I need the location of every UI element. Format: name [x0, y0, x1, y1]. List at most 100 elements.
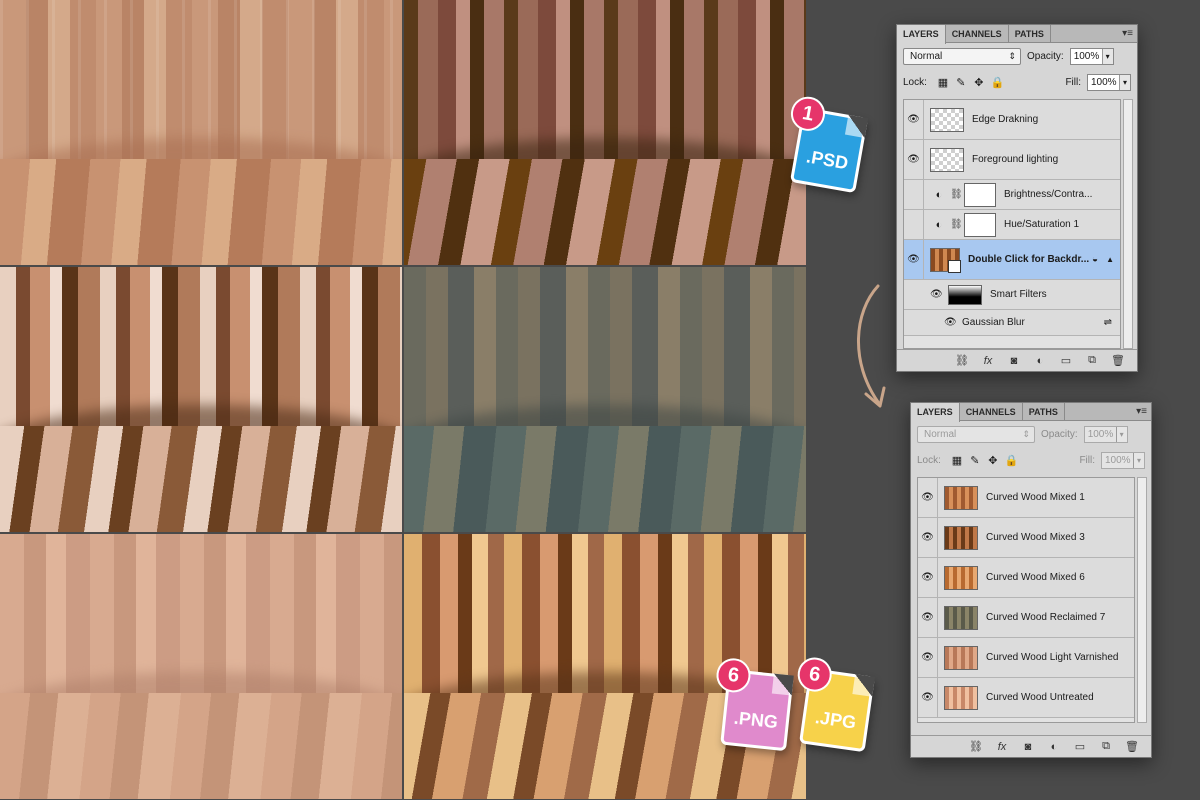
eye-icon[interactable]: 👁: [904, 100, 924, 139]
layer-thumbnail: [930, 147, 964, 172]
layer-row[interactable]: · ◐ ⛓ Brightness/Contra...: [904, 180, 1120, 210]
new-layer-icon[interactable]: ⧉: [1099, 740, 1113, 753]
eye-hidden-icon[interactable]: ·: [904, 180, 924, 209]
layer-thumbnail: [944, 645, 978, 670]
eye-icon[interactable]: 👁: [918, 478, 938, 517]
trash-icon[interactable]: 🗑: [1125, 740, 1139, 753]
eye-icon[interactable]: 👁: [918, 518, 938, 557]
panel-menu-icon[interactable]: ▾≡: [1136, 406, 1147, 417]
layer-thumbnail: [944, 485, 978, 510]
layer-name: Edge Drakning: [972, 114, 1039, 125]
jpg-extension-label: .JPG: [813, 707, 858, 733]
lock-label: Lock:: [903, 76, 927, 88]
panel-tabs: LAYERS CHANNELS PATHS ▾≡: [911, 403, 1151, 422]
adjustment-icon[interactable]: ◐: [1047, 741, 1061, 753]
layer-row[interactable]: 👁 Curved Wood Reclaimed 7: [918, 598, 1134, 638]
adjustment-icon: ◐: [935, 218, 943, 231]
panel-tabs: LAYERS CHANNELS PATHS ▾≡: [897, 25, 1137, 44]
eye-hidden-icon[interactable]: ·: [904, 210, 924, 239]
lock-transparency-icon[interactable]: ▦: [937, 76, 949, 89]
eye-icon[interactable]: 👁: [930, 289, 944, 300]
lock-all-icon[interactable]: 🔒: [991, 76, 1005, 89]
layer-name: Smart Filters: [990, 289, 1047, 300]
tab-paths[interactable]: PATHS: [1023, 403, 1065, 420]
layer-row[interactable]: · ◐ ⛓ Hue/Saturation 1: [904, 210, 1120, 240]
scrollbar[interactable]: [1123, 99, 1133, 349]
thumbnail-curved-wood-3: [0, 267, 402, 532]
fx-icon[interactable]: fx: [995, 741, 1009, 753]
folder-icon[interactable]: ▭: [1073, 740, 1087, 753]
eye-icon[interactable]: 👁: [918, 638, 938, 677]
blend-mode-select[interactable]: Normal: [903, 47, 1021, 65]
thumbnail-curved-wood-4: [404, 267, 806, 532]
layer-name: Double Click for Backdr...: [968, 254, 1090, 265]
mask-icon[interactable]: ◙: [1021, 741, 1035, 753]
layer-row[interactable]: 👁 Curved Wood Untreated: [918, 678, 1134, 718]
layer-row[interactable]: 👁 Curved Wood Mixed 6: [918, 558, 1134, 598]
link-icon[interactable]: ⛓: [955, 354, 969, 367]
opacity-label: Opacity:: [1041, 428, 1078, 440]
layer-row-sub[interactable]: 👁 Gaussian Blur ⇌: [904, 310, 1120, 336]
layer-name: Gaussian Blur: [962, 317, 1025, 328]
layer-row-selected[interactable]: 👁 Double Click for Backdr... ◒ ▲: [904, 240, 1120, 280]
tab-paths[interactable]: PATHS: [1009, 25, 1051, 42]
panel-menu-icon[interactable]: ▾≡: [1122, 28, 1133, 39]
layer-name: Foreground lighting: [972, 154, 1059, 165]
psd-extension-label: .PSD: [804, 146, 850, 174]
layers-panel-images: LAYERS CHANNELS PATHS ▾≡ Normal Opacity:…: [910, 402, 1152, 758]
layer-thumbnail: [944, 525, 978, 550]
layer-row-sub[interactable]: 👁 Smart Filters: [904, 280, 1120, 310]
lock-all-icon[interactable]: 🔒: [1005, 454, 1019, 467]
filter-options-icon[interactable]: ⇌: [1104, 317, 1112, 328]
curved-arrow-icon: [857, 284, 886, 408]
eye-icon[interactable]: 👁: [918, 678, 938, 717]
eye-icon[interactable]: 👁: [944, 317, 958, 328]
fill-label: Fill:: [1065, 76, 1081, 88]
layer-row[interactable]: 👁 Curved Wood Mixed 3: [918, 518, 1134, 558]
link-icon[interactable]: ⛓: [950, 219, 963, 230]
new-layer-icon[interactable]: ⧉: [1085, 354, 1099, 367]
eye-icon[interactable]: 👁: [918, 598, 938, 637]
link-icon[interactable]: ⛓: [969, 740, 983, 753]
expand-triangle-icon[interactable]: ▲: [1106, 255, 1114, 264]
layer-row[interactable]: 👁 Curved Wood Mixed 1: [918, 478, 1134, 518]
layer-row[interactable]: 👁 Curved Wood Light Varnished: [918, 638, 1134, 678]
thumbnail-curved-wood-2: [404, 0, 806, 265]
lock-pixels-icon[interactable]: ✎: [969, 454, 981, 467]
layer-row[interactable]: 👁 Edge Drakning: [904, 100, 1120, 140]
lock-pixels-icon[interactable]: ✎: [955, 76, 967, 89]
tab-channels[interactable]: CHANNELS: [946, 25, 1009, 42]
layer-thumbnail: [944, 685, 978, 710]
adjustment-icon[interactable]: ◐: [1033, 355, 1047, 367]
opacity-field[interactable]: 100%: [1069, 47, 1114, 65]
lock-transparency-icon[interactable]: ▦: [951, 454, 963, 467]
eye-icon[interactable]: 👁: [904, 240, 924, 279]
filter-mask-thumbnail: [948, 284, 982, 305]
eye-icon[interactable]: 👁: [918, 558, 938, 597]
tab-channels[interactable]: CHANNELS: [960, 403, 1023, 420]
layer-name: Curved Wood Mixed 6: [986, 572, 1085, 583]
panel-footer: ⛓ fx ◙ ◐ ▭ ⧉ 🗑: [911, 735, 1151, 757]
fill-field[interactable]: 100%: [1087, 73, 1131, 91]
fill-field[interactable]: 100%: [1101, 451, 1145, 469]
mask-icon[interactable]: ◙: [1007, 355, 1021, 367]
layer-thumbnail: [930, 107, 964, 132]
lock-position-icon[interactable]: ✥: [973, 76, 985, 89]
lock-label: Lock:: [917, 454, 941, 466]
thumbnail-curved-wood-5: [0, 534, 402, 799]
tab-layers[interactable]: LAYERS: [897, 25, 946, 44]
trash-icon[interactable]: 🗑: [1111, 354, 1125, 367]
png-file-badge: 6 .PNG: [714, 656, 794, 752]
blend-mode-select[interactable]: Normal: [917, 425, 1035, 443]
eye-icon[interactable]: 👁: [904, 140, 924, 179]
folder-icon[interactable]: ▭: [1059, 354, 1073, 367]
opacity-field[interactable]: 100%: [1083, 425, 1128, 443]
tab-layers[interactable]: LAYERS: [911, 403, 960, 422]
lock-position-icon[interactable]: ✥: [987, 454, 999, 467]
layers-panel-psd: LAYERS CHANNELS PATHS ▾≡ Normal Opacity:…: [896, 24, 1138, 372]
scrollbar[interactable]: [1137, 477, 1147, 723]
fx-icon[interactable]: fx: [981, 355, 995, 367]
layer-row[interactable]: 👁 Foreground lighting: [904, 140, 1120, 180]
layer-thumbnail: [944, 565, 978, 590]
link-icon[interactable]: ⛓: [950, 189, 963, 200]
